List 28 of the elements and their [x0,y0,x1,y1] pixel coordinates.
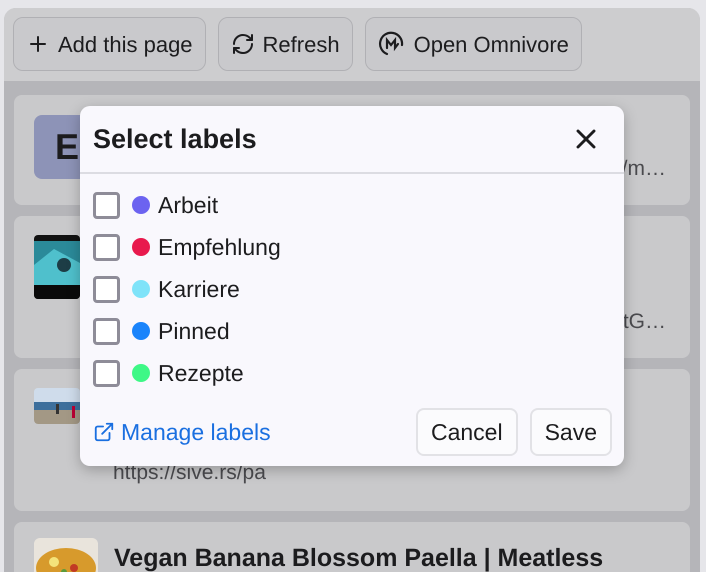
article-title: Vegan Banana Blossom Paella | Meatless [114,543,604,572]
label-option[interactable]: Arbeit [93,184,624,226]
label-option[interactable]: Empfehlung [93,226,624,268]
label-name: Karriere [158,274,240,304]
article-url: https://sive.rs/pa [113,460,266,486]
checkbox[interactable] [93,318,120,344]
manage-labels-link[interactable]: Manage labels [93,414,271,450]
toolbar-button[interactable]: Add this page [13,17,206,71]
checkbox[interactable] [93,276,120,302]
dialog-button[interactable]: Cancel [416,408,518,456]
checkbox[interactable] [93,234,120,260]
article-url: tG… [622,309,666,335]
dialog-button[interactable]: Save [530,408,612,456]
logo-icon [378,30,406,58]
checkbox[interactable] [93,192,120,218]
external-link-icon [93,421,115,443]
label-name: Pinned [158,316,230,346]
label-name: Empfehlung [158,232,281,262]
label-name: Rezepte [158,358,244,388]
checkbox[interactable] [93,360,120,386]
toolbar-button[interactable]: Refresh [218,17,353,71]
toolbar-button[interactable]: Open Omnivore [364,17,582,71]
label-option[interactable]: Karriere [93,268,624,310]
label-option[interactable]: Rezepte [93,352,624,394]
article-card[interactable]: Vegan Banana Blossom Paella | Meatless [14,522,690,572]
refresh-icon [230,32,255,56]
label-name: Arbeit [158,190,218,220]
label-option[interactable]: Pinned [93,310,624,352]
